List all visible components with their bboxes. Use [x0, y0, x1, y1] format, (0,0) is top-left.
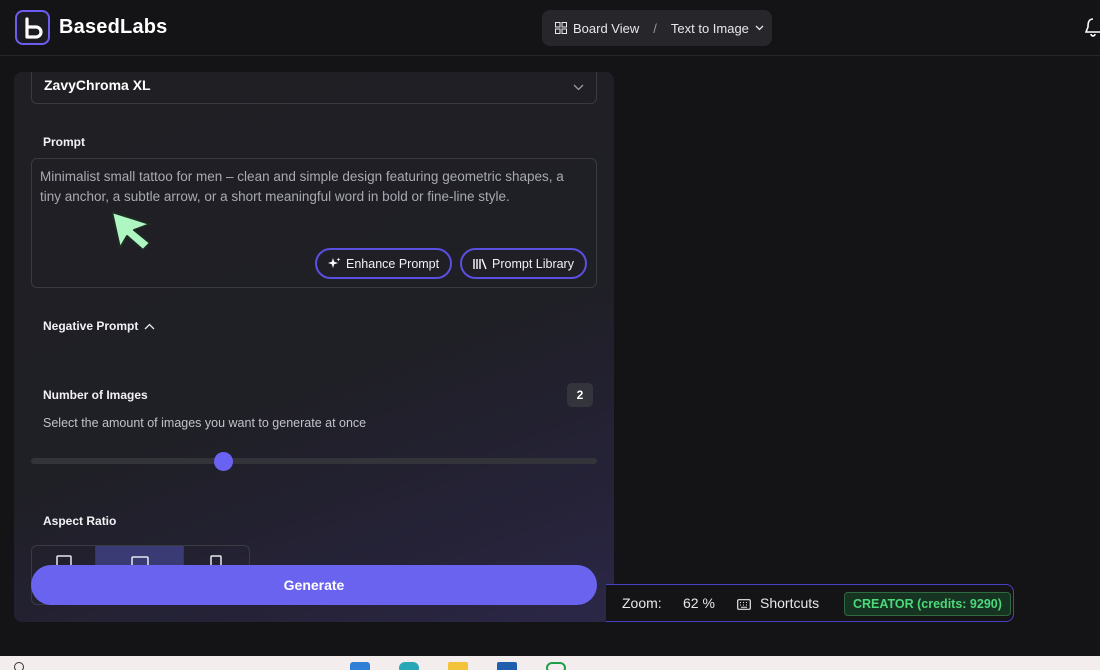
- chevron-up-icon: [144, 323, 155, 330]
- model-select[interactable]: ZavyChroma XL: [31, 72, 597, 104]
- negative-prompt-label: Negative Prompt: [43, 319, 139, 333]
- zoom-value[interactable]: 62 %: [683, 595, 715, 611]
- enhance-prompt-label: Enhance Prompt: [346, 256, 440, 271]
- enhance-prompt-button[interactable]: Enhance Prompt: [315, 248, 453, 279]
- shortcuts-button[interactable]: Shortcuts: [760, 595, 819, 611]
- number-of-images-slider[interactable]: [31, 458, 597, 464]
- grid-icon: [555, 22, 567, 34]
- prompt-label: Prompt: [43, 135, 85, 149]
- chevron-down-icon[interactable]: [755, 25, 764, 31]
- negative-prompt-toggle[interactable]: Negative Prompt: [43, 319, 155, 333]
- breadcrumb-separator: /: [653, 20, 657, 36]
- prompt-text[interactable]: Minimalist small tattoo for men – clean …: [40, 167, 585, 207]
- prompt-library-button[interactable]: Prompt Library: [460, 248, 587, 279]
- pointer-cursor-icon: [110, 210, 154, 257]
- folder-icon[interactable]: [448, 662, 468, 670]
- model-select-value: ZavyChroma XL: [44, 76, 151, 93]
- number-of-images-description: Select the amount of images you want to …: [43, 416, 367, 430]
- prompt-library-label: Prompt Library: [492, 256, 574, 271]
- basedlabs-logo[interactable]: [15, 10, 50, 45]
- zoom-label: Zoom:: [622, 595, 662, 611]
- chevron-down-icon: [573, 78, 584, 94]
- breadcrumb: Board View / Text to Image: [542, 10, 772, 46]
- taskbar-app-icon[interactable]: [399, 662, 419, 670]
- credits-badge: CREATOR (credits: 9290): [844, 592, 1011, 616]
- keyboard-icon: [737, 597, 751, 613]
- slider-thumb[interactable]: [213, 452, 233, 471]
- number-of-images-label: Number of Images: [43, 388, 148, 402]
- breadcrumb-board-view[interactable]: Board View: [573, 21, 639, 36]
- os-taskbar: [0, 656, 1100, 670]
- taskbar-app-icon[interactable]: [497, 662, 517, 670]
- taskbar-app-icon[interactable]: [546, 662, 566, 670]
- top-bar: BasedLabs Board View / Text to Image: [0, 0, 1100, 56]
- status-bar: Zoom: 62 % Shortcuts CREATOR (credits: 9…: [606, 584, 1014, 622]
- sparkle-icon: [328, 257, 341, 268]
- taskbar-app-icon[interactable]: [350, 662, 370, 670]
- search-icon[interactable]: [14, 662, 24, 670]
- number-of-images-value: 2: [567, 383, 593, 407]
- brand-name: BasedLabs: [59, 16, 168, 38]
- library-icon: [473, 258, 487, 269]
- bell-icon[interactable]: [1084, 16, 1100, 43]
- generate-button[interactable]: Generate: [31, 565, 597, 605]
- breadcrumb-text-to-image[interactable]: Text to Image: [671, 21, 749, 36]
- settings-panel: ZavyChroma XL Prompt Minimalist small ta…: [14, 72, 614, 622]
- aspect-ratio-label: Aspect Ratio: [43, 514, 117, 528]
